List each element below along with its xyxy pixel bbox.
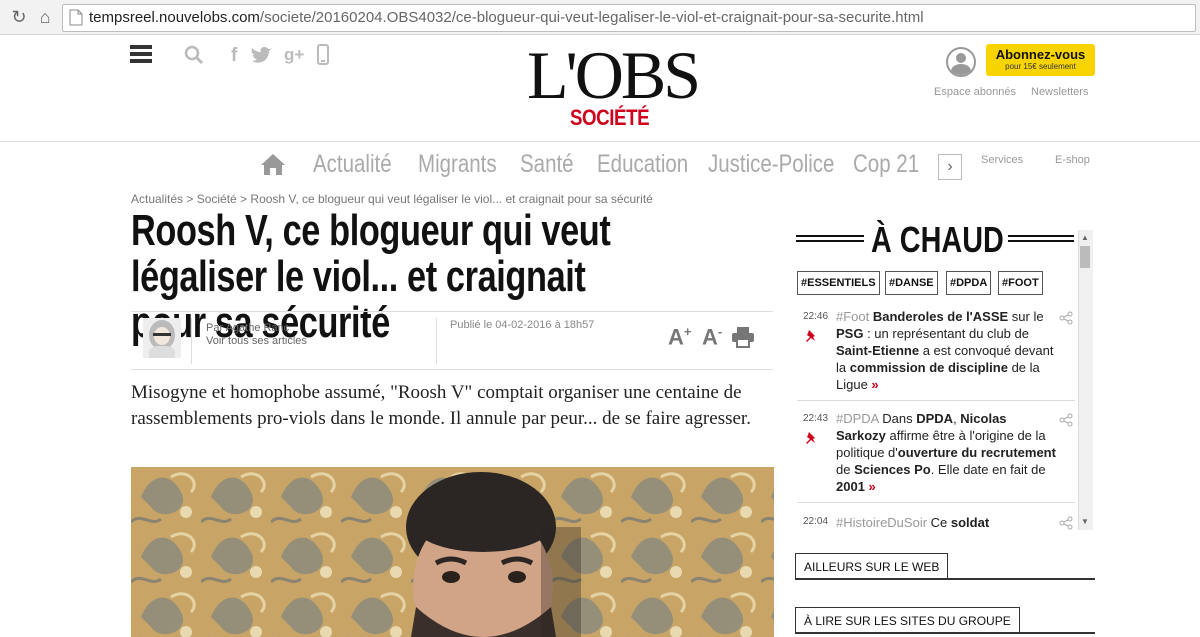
- nav-next-icon[interactable]: ›: [938, 154, 962, 180]
- address-bar[interactable]: tempsreel.nouvelobs.com/societe/20160204…: [62, 4, 1196, 32]
- nav-item-cop21[interactable]: Cop 21: [853, 150, 919, 179]
- share-icon[interactable]: [1059, 516, 1073, 530]
- news-text: #DPDA Dans DPDA, Nicolas Sarkozy affirme…: [836, 411, 1056, 494]
- nav-services[interactable]: Services: [981, 154, 1023, 166]
- tag-dpda[interactable]: #DPDA: [946, 271, 992, 295]
- nav-item-sante[interactable]: Santé: [520, 150, 574, 179]
- pin-icon: [806, 330, 815, 342]
- site-header: f g+ L'OBS SOCIÉTÉ Abonnez-vous pour 15€…: [0, 35, 1200, 142]
- url-text[interactable]: tempsreel.nouvelobs.com/societe/20160204…: [89, 9, 924, 26]
- read-more-icon[interactable]: »: [871, 377, 878, 392]
- scroll-down-icon[interactable]: ▼: [1079, 517, 1091, 526]
- scroll-thumb[interactable]: [1080, 246, 1090, 268]
- author-name[interactable]: Par Agathe Ranc: [206, 322, 289, 334]
- news-item[interactable]: 22:43 #DPDA Dans DPDA, Nicolas Sarkozy a…: [797, 411, 1075, 498]
- search-icon[interactable]: [184, 45, 204, 65]
- scroll-up-icon[interactable]: ▲: [1079, 233, 1091, 242]
- sidebar-scrollbar[interactable]: [1078, 230, 1093, 530]
- divider: [436, 318, 437, 364]
- tag-danse[interactable]: #DANSE: [885, 271, 938, 295]
- divider: [191, 318, 192, 364]
- news-text: #HistoireDuSoir Ce soldat: [836, 516, 990, 530]
- share-icon[interactable]: [1059, 413, 1073, 427]
- newsletters-link[interactable]: Newsletters: [1031, 86, 1088, 98]
- breadcrumb[interactable]: Actualités > Société > Roosh V, ce blogu…: [131, 192, 653, 206]
- reload-icon[interactable]: ↻: [8, 6, 30, 28]
- ailleurs-label: AILLEURS SUR LE WEB: [795, 553, 949, 578]
- home-icon[interactable]: [260, 152, 286, 176]
- pin-icon: [806, 432, 815, 444]
- menu-icon[interactable]: [130, 45, 152, 63]
- groupe-label: À LIRE SUR LES SITES DU GROUPE: [795, 607, 1020, 632]
- nav-eshop[interactable]: E-shop: [1055, 154, 1090, 166]
- section-label[interactable]: SOCIÉTÉ: [570, 105, 650, 131]
- twitter-icon[interactable]: [251, 46, 273, 64]
- news-time: 22:04: [803, 516, 829, 527]
- nav-item-migrants[interactable]: Migrants: [418, 150, 497, 179]
- news-item[interactable]: 22:46 #Foot Banderoles de l'ASSE sur le …: [797, 309, 1075, 396]
- news-text: #Foot Banderoles de l'ASSE sur le PSG : …: [836, 309, 1054, 392]
- page-icon: [69, 9, 83, 26]
- nav-item-justice-police[interactable]: Justice-Police: [708, 150, 834, 179]
- tag-essentiels[interactable]: #ESSENTIELS: [797, 271, 880, 295]
- home-browser-icon[interactable]: ⌂: [34, 6, 56, 28]
- news-time: 22:43: [803, 413, 829, 424]
- espace-abonnes-link[interactable]: Espace abonnés: [934, 86, 1016, 98]
- site-logo[interactable]: L'OBS: [527, 35, 701, 115]
- article-image: [131, 467, 774, 637]
- hot-news-title: À CHAUD: [871, 219, 1004, 260]
- groupe-box-header: À LIRE SUR LES SITES DU GROUPE: [795, 607, 1095, 634]
- divider: [1008, 235, 1074, 242]
- account-icon[interactable]: [946, 47, 976, 77]
- news-time: 22:46: [803, 311, 829, 322]
- read-more-icon[interactable]: »: [869, 479, 876, 494]
- subscribe-button[interactable]: Abonnez-vous pour 15€ seulement: [986, 44, 1095, 76]
- divider: [797, 502, 1075, 503]
- author-articles-link[interactable]: Voir tous ses articles: [206, 335, 307, 347]
- subscribe-label: Abonnez-vous: [995, 47, 1086, 62]
- section-nav: Actualité Migrants Santé Education Justi…: [0, 142, 1200, 186]
- article-photo: [131, 467, 774, 637]
- browser-toolbar: ↻ ⌂ tempsreel.nouvelobs.com/societe/2016…: [0, 0, 1200, 35]
- font-increase-button[interactable]: A+: [668, 324, 691, 350]
- author-avatar[interactable]: [143, 318, 181, 358]
- publish-date: Publié le 04-02-2016 à 18h57: [450, 319, 595, 331]
- article-lead: Misogyne et homophobe assumé, "Roosh V" …: [131, 382, 751, 429]
- subscribe-sublabel: pour 15€ seulement: [1005, 62, 1076, 71]
- nav-item-actualite[interactable]: Actualité: [313, 150, 392, 179]
- print-icon[interactable]: [731, 326, 755, 348]
- share-icon[interactable]: [1059, 311, 1073, 325]
- divider: [796, 235, 864, 242]
- googleplus-icon[interactable]: g+: [284, 45, 304, 65]
- news-item[interactable]: 22:04 #HistoireDuSoir Ce soldat: [797, 516, 1075, 530]
- ailleurs-box-header: AILLEURS SUR LE WEB: [795, 553, 1095, 580]
- divider: [797, 400, 1075, 401]
- facebook-icon[interactable]: f: [231, 45, 237, 67]
- nav-item-education[interactable]: Education: [597, 150, 688, 179]
- mobile-icon[interactable]: [317, 44, 329, 65]
- tag-foot[interactable]: #FOOT: [998, 271, 1043, 295]
- font-decrease-button[interactable]: A-: [702, 324, 722, 350]
- article-meta: Par Agathe Ranc Voir tous ses articles P…: [131, 311, 773, 370]
